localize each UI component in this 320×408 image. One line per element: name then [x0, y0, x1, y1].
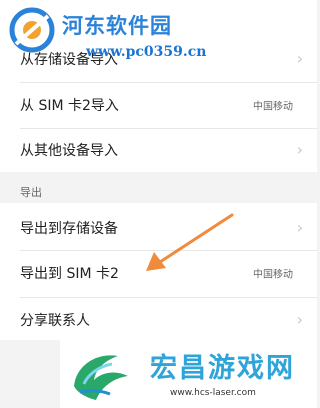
chevron-right-icon: › — [296, 140, 303, 159]
share-contacts-label: 分享联系人 — [20, 313, 90, 329]
export-to-sim2-label: 导出到 SIM 卡2 — [20, 266, 119, 282]
chevron-right-icon: › — [296, 310, 303, 329]
export-to-sim2-row[interactable]: 导出到 SIM 卡2 中国移动 — [0, 250, 317, 296]
chevron-right-icon: › — [296, 218, 303, 237]
chevron-right-icon: › — [296, 49, 303, 68]
import-from-other-device-label: 从其他设备导入 — [20, 143, 118, 159]
export-to-storage-row[interactable]: 导出到存储设备 › — [0, 205, 317, 251]
import-from-sim2-label: 从 SIM 卡2导入 — [20, 98, 119, 114]
watermark-brand: 河东软件园 — [62, 14, 172, 38]
share-contacts-row[interactable]: 分享联系人 › — [0, 297, 317, 343]
dragon-logo-icon — [74, 355, 128, 400]
export-to-storage-label: 导出到存储设备 — [20, 221, 118, 237]
import-from-other-device-row[interactable]: 从其他设备导入 › — [0, 127, 317, 173]
watermark-brand-2: 宏昌游戏网 — [150, 353, 295, 384]
sim2-carrier-value: 中国移动 — [253, 101, 293, 113]
export-card: 导出到存储设备 › 导出到 SIM 卡2 中国移动 分享联系人 › — [0, 203, 317, 340]
import-from-sim2-row[interactable]: 从 SIM 卡2导入 中国移动 — [0, 82, 317, 128]
sim2-carrier-value: 中国移动 — [253, 269, 293, 281]
contacts-import-export-screen: 从存储设备导入 › 从 SIM 卡2导入 中国移动 从其他设备导入 › 导出 导… — [0, 0, 317, 408]
watermark-url: www.pc0359.cn — [86, 44, 207, 60]
watermark-url-2: www.hcs-laser.com — [170, 388, 256, 398]
export-section-header: 导出 — [20, 186, 42, 199]
watermark-logo-icon — [9, 7, 55, 53]
watermark-bottom: 宏昌游戏网 www.hcs-laser.com — [60, 340, 317, 408]
watermark-top: 河东软件园 www.pc0359.cn — [6, 4, 236, 68]
